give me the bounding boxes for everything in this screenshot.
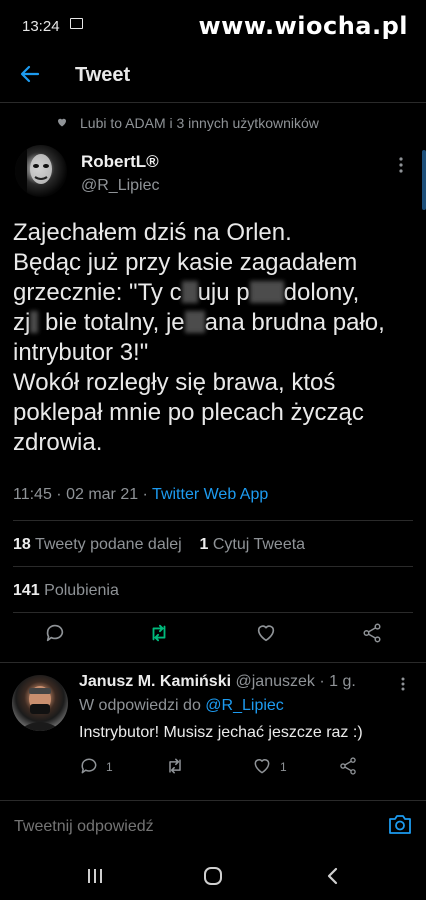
tweet-timestamp: 11:45 · 02 mar 21 · — [13, 486, 153, 503]
reply-author-avatar[interactable] — [12, 675, 68, 731]
reply-reply-icon[interactable] — [79, 756, 99, 776]
recent-apps-icon[interactable] — [84, 866, 106, 886]
tweet-line: poklepał mnie po plecach życząc — [13, 399, 364, 426]
divider — [13, 566, 413, 567]
reply-composer — [0, 800, 426, 851]
tweet-meta: 11:45 · 02 mar 21 · Twitter Web App — [13, 486, 268, 504]
tweet-source-link[interactable]: Twitter Web App — [152, 486, 268, 503]
quotes-count: 1 — [199, 536, 209, 553]
heart-icon — [58, 118, 66, 127]
censor-blur — [30, 311, 39, 333]
scroll-indicator[interactable] — [422, 150, 426, 210]
tweet-actions — [0, 622, 426, 652]
tweet-line-part: bie totalny, je — [38, 309, 185, 336]
like-icon[interactable] — [255, 622, 277, 644]
reply-reply-count: 1 — [106, 760, 113, 774]
likes-label: Polubienia — [44, 582, 119, 599]
top-app-bar: Tweet — [0, 48, 426, 103]
tweet-line: zj bie totalny, je ana brudna pało, — [13, 308, 418, 338]
author-handle[interactable]: @R_Lipiec — [81, 177, 160, 195]
tweet-line: Będąc już przy kasie zagadałem — [13, 249, 358, 276]
system-navigation-bar — [0, 850, 426, 900]
retweets-stat[interactable]: 18 Tweety podane dalej 1 Cytuj Tweeta — [13, 536, 305, 554]
more-options-icon[interactable] — [398, 156, 404, 174]
watermark: www.wiocha.pl — [198, 12, 408, 40]
tweet-line-part: ana brudna pało, — [204, 309, 385, 336]
status-time: 13:24 — [22, 18, 60, 35]
censor-blur — [184, 311, 205, 333]
gallery-notification-icon — [70, 18, 83, 29]
tweet-line-part: uju p — [197, 279, 250, 306]
reply-text: Instrybutor! Musisz jechać jeszcze raz :… — [79, 724, 363, 741]
divider — [0, 662, 426, 663]
tweet-line: grzecznie: "Ty c uju p dolony, — [13, 278, 418, 308]
reply-like-icon[interactable] — [252, 756, 272, 776]
tweet-line-part: grzecznie: "Ty c — [13, 279, 182, 306]
reply-input[interactable] — [12, 817, 376, 837]
divider — [13, 612, 413, 613]
likes-count: 141 — [13, 582, 40, 599]
reply-more-options-icon[interactable] — [400, 676, 406, 692]
tweet-line-part: dolony, — [283, 279, 360, 306]
tweet-line: Zajechałem dziś na Orlen. — [13, 219, 292, 246]
tweet-line-part: zj — [13, 309, 31, 336]
camera-icon[interactable] — [388, 813, 412, 835]
share-icon[interactable] — [361, 622, 383, 644]
reply-author[interactable]: Janusz M. Kamiński @januszek · 1 g. — [79, 673, 356, 691]
avatar-person-icon — [18, 686, 62, 731]
avatar-face-icon — [15, 145, 52, 197]
social-context-text[interactable]: Lubi to ADAM i 3 innych użytkowników — [80, 115, 319, 131]
reply-retweet-icon[interactable] — [165, 756, 185, 776]
reply-icon[interactable] — [44, 622, 66, 644]
back-icon[interactable] — [322, 866, 344, 886]
divider — [13, 520, 413, 521]
reply-to-line: W odpowiedzi do @R_Lipiec — [79, 697, 284, 715]
retweet-icon[interactable] — [148, 622, 170, 644]
tweet-line: intrybutor 3!" — [13, 339, 149, 366]
reply-author-handle: @januszek · 1 g. — [235, 673, 356, 690]
status-bar: 13:24 www.wiocha.pl — [0, 0, 426, 48]
reply-author-name: Janusz M. Kamiński — [79, 673, 232, 690]
author-name[interactable]: RobertL® — [81, 152, 159, 172]
tweet-text: Zajechałem dziś na Orlen. Będąc już przy… — [13, 218, 418, 458]
reply-share-icon[interactable] — [338, 756, 358, 776]
back-arrow-icon[interactable] — [18, 62, 42, 86]
reply-to-handle[interactable]: @R_Lipiec — [205, 697, 284, 714]
tweet-line: Wokół rozległy się brawa, ktoś — [13, 369, 336, 396]
page-title: Tweet — [75, 64, 131, 86]
tweet-line: zdrowia. — [13, 429, 103, 456]
censor-blur — [181, 281, 198, 303]
reply-to-prefix: W odpowiedzi do — [79, 697, 206, 714]
likes-stat[interactable]: 141 Polubienia — [13, 582, 119, 600]
quotes-label: Cytuj Tweeta — [212, 536, 306, 553]
author-avatar[interactable] — [15, 145, 67, 197]
retweets-count: 18 — [13, 536, 31, 553]
reply-like-count: 1 — [280, 760, 287, 774]
retweets-label: Tweety podane dalej — [34, 536, 182, 553]
home-icon[interactable] — [202, 866, 224, 886]
censor-blur — [249, 281, 284, 303]
